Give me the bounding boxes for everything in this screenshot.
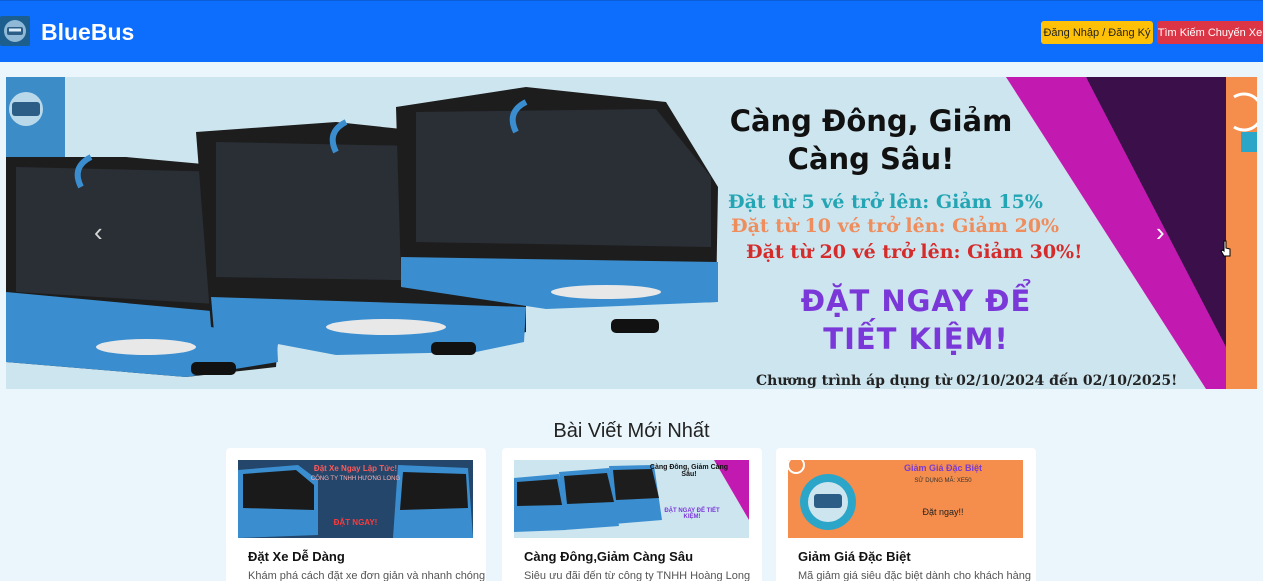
article-card-3[interactable]: Giảm Giá Đặc Biệt SỬ DỤNG MÃ: XE50 Đặt n… — [776, 448, 1036, 581]
article-title-1[interactable]: Đặt Xe Dễ Dàng — [248, 549, 345, 564]
bus-logo-icon[interactable] — [0, 16, 30, 46]
article-desc-3: Mã giảm giá siêu đặc biệt dành cho khách… — [798, 570, 1031, 581]
article-title-3[interactable]: Giảm Giá Đặc Biệt — [798, 549, 911, 564]
article-card-1[interactable]: Đặt Xe Ngay Lập Tức! CÔNG TY TNHH HƯƠNG … — [226, 448, 486, 581]
article-image-2[interactable]: Càng Đông, Giảm Càng Sâu! ĐẶT NGAY ĐỂ TI… — [514, 460, 749, 538]
article-image-1-headline: Đặt Xe Ngay Lập Tức! — [313, 464, 398, 473]
banner-title-line2: Càng Sâu! — [787, 142, 955, 176]
navbar: BlueBus Đăng Nhập / Đăng Ký Tìm Kiếm Chu… — [0, 0, 1263, 62]
article-image-1-button: ĐẶT NGAY! — [333, 518, 378, 527]
article-card-2[interactable]: Càng Đông, Giảm Càng Sâu! ĐẶT NGAY ĐỂ TI… — [502, 448, 762, 581]
article-image-1-sub: CÔNG TY TNHH HƯƠNG LONG — [310, 476, 401, 482]
article-image-3-button: Đặt ngay!! — [922, 507, 964, 517]
promo-carousel[interactable]: Càng Đông, Giảm Càng Sâu! Đặt từ 5 vé tr… — [6, 77, 1257, 389]
article-image-2-button: ĐẶT NGAY ĐỂ TIẾT KIỆM! — [664, 508, 720, 520]
article-image-3-headline: Giảm Giá Đặc Biệt — [903, 463, 983, 473]
banner-offer-1: Đặt từ 5 vé trở lên: Giảm 15% — [728, 191, 1043, 213]
article-desc-2: Siêu ưu đãi đến từ công ty TNHH Hoàng Lo… — [524, 570, 751, 581]
article-desc-1: Khám phá cách đặt xe đơn giản và nhanh c… — [248, 570, 486, 581]
article-image-1[interactable]: Đặt Xe Ngay Lập Tức! CÔNG TY TNHH HƯƠNG … — [238, 460, 473, 538]
carousel-prev-icon[interactable]: ‹ — [94, 217, 103, 248]
article-image-3[interactable]: Giảm Giá Đặc Biệt SỬ DỤNG MÃ: XE50 Đặt n… — [788, 460, 1023, 538]
carousel-next-icon[interactable]: › — [1156, 217, 1165, 248]
banner-offer-3: Đặt từ 20 vé trở lên: Giảm 30%! — [746, 241, 1083, 263]
article-image-2-headline: Càng Đông, Giảm Càng Sâu! — [649, 464, 729, 478]
banner-validity: Chương trình áp dụng từ 02/10/2024 đến 0… — [756, 373, 1178, 389]
banner-cta-line2: TIẾT KIỆM! — [823, 322, 1009, 356]
article-image-3-code: SỬ DỤNG MÃ: XE50 — [914, 478, 972, 484]
banner-cta-line1: ĐẶT NGAY ĐỂ — [800, 284, 1032, 318]
banner-offer-2: Đặt từ 10 vé trở lên: Giảm 20% — [731, 215, 1060, 237]
banner-title-line1: Càng Đông, Giảm — [729, 104, 1013, 138]
hand-cursor-icon — [1220, 240, 1231, 257]
banner-title: Càng Đông, Giảm Càng Sâu! — [706, 102, 1036, 178]
article-title-2[interactable]: Càng Đông,Giảm Càng Sâu — [524, 549, 693, 564]
brand-name[interactable]: BlueBus — [41, 19, 134, 46]
latest-articles-heading: Bài Viết Mới Nhất — [553, 420, 710, 442]
search-trips-button[interactable]: Tìm Kiếm Chuyến Xe — [1157, 21, 1263, 44]
login-register-button[interactable]: Đăng Nhập / Đăng Ký — [1041, 21, 1153, 44]
banner-cta: ĐẶT NGAY ĐỂ TIẾT KIỆM! — [766, 282, 1066, 358]
banner-artwork — [6, 77, 1257, 389]
